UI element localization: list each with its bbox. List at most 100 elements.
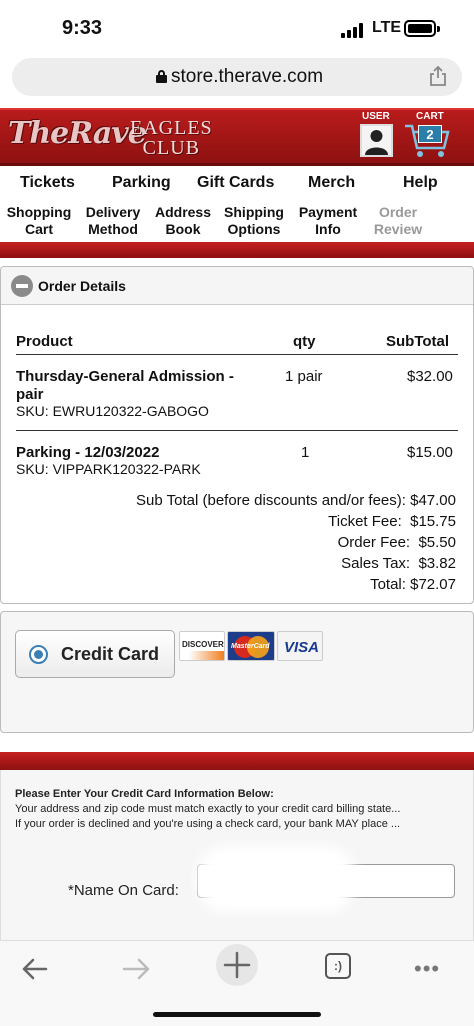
redaction <box>196 846 356 912</box>
nav-gift-cards[interactable]: Gift Cards <box>197 174 274 192</box>
item-name: Thursday-General Admission - <box>16 368 234 385</box>
name-on-card-label: *Name On Card: <box>68 882 179 899</box>
logo-eagles-text: EAGLES <box>130 117 213 139</box>
network-type: LTE <box>372 19 402 36</box>
battery-icon <box>404 20 440 37</box>
payment-method-panel: Credit Card DISCOVER MasterCard VISA <box>0 611 474 733</box>
summary-label: Order Fee: <box>337 534 411 551</box>
item-qty: 1 pair <box>285 368 323 385</box>
summary-value: $72.07 <box>410 576 456 593</box>
status-bar: 9:33 LTE <box>0 0 474 56</box>
col-qty: qty <box>293 333 316 350</box>
summary-subtotal: Sub Total (before discounts and/or fees)… <box>136 492 456 509</box>
credit-card-option[interactable]: Credit Card <box>15 630 175 678</box>
step-label: Book <box>165 221 201 237</box>
checkout-steps: Shopping Cart Delivery Method Address Book … <box>0 204 474 240</box>
step-label: Options <box>227 221 281 237</box>
more-icon[interactable]: ••• <box>414 956 440 982</box>
item-qty: 1 <box>301 444 310 461</box>
cart-count-badge[interactable]: 2 <box>418 125 442 143</box>
summary-label: Sub Total (before discounts and/or fees)… <box>136 492 406 509</box>
nav-tickets[interactable]: Tickets <box>20 174 75 192</box>
summary-value: $15.75 <box>410 513 456 530</box>
table-divider <box>16 354 458 355</box>
summary-label: Sales Tax: <box>341 555 411 572</box>
user-icon[interactable] <box>360 124 393 157</box>
address-bar[interactable]: store.therave.com <box>12 58 462 96</box>
summary-label: Ticket Fee: <box>328 513 402 530</box>
logo-club-text: CLUB <box>142 137 200 159</box>
new-tab-button[interactable] <box>216 944 258 986</box>
summary-ticket-fee: Ticket Fee: $15.75 <box>328 513 456 530</box>
share-icon[interactable] <box>429 66 447 86</box>
step-label: Delivery <box>85 204 141 220</box>
visa-text: VISA <box>284 639 320 656</box>
form-note-1: Your address and zip code must match exa… <box>15 803 401 815</box>
col-subtotal: SubTotal <box>386 333 450 350</box>
summary-total: Total: $72.07 <box>370 576 456 593</box>
collapse-icon[interactable] <box>11 275 33 297</box>
step-order-review: Order Review <box>368 204 428 238</box>
step-label: Cart <box>24 221 53 237</box>
item-name-cont: pair <box>16 386 44 403</box>
step-shopping-cart[interactable]: Shopping Cart <box>3 204 75 238</box>
order-details-panel: Order Details <box>0 266 474 604</box>
plus-icon <box>223 951 251 979</box>
mastercard-logo: MasterCard <box>227 631 275 661</box>
order-details-header[interactable]: Order Details <box>1 267 473 305</box>
step-label: Payment <box>298 204 358 220</box>
site-header: TheRave EAGLES CLUB USER CART 2 <box>0 108 474 166</box>
item-name: Parking - 12/03/2022 <box>16 444 160 461</box>
nav-parking[interactable]: Parking <box>112 174 171 192</box>
item-subtotal: $15.00 <box>407 444 453 461</box>
home-indicator <box>153 1012 321 1017</box>
table-divider <box>16 430 458 431</box>
site-logo[interactable]: TheRave <box>8 116 147 151</box>
form-note-2: If your order is declined and you're usi… <box>15 818 401 830</box>
step-label: Shopping <box>6 204 72 220</box>
lock-icon <box>156 70 167 83</box>
summary-order-fee: Order Fee: $5.50 <box>338 534 456 551</box>
eagles-club-logo: EAGLES CLUB <box>130 118 213 158</box>
section-divider <box>0 752 474 770</box>
summary-value: $3.82 <box>418 555 456 572</box>
order-details-title: Order Details <box>38 278 126 294</box>
back-icon[interactable] <box>14 947 58 991</box>
credit-card-label: Credit Card <box>61 644 160 664</box>
cart-label: CART <box>416 111 444 122</box>
status-time: 9:33 <box>62 17 103 39</box>
form-heading: Please Enter Your Credit Card Informatio… <box>15 788 274 800</box>
step-shipping-options[interactable]: Shipping Options <box>219 204 289 238</box>
user-label: USER <box>362 111 390 122</box>
visa-logo: VISA <box>277 631 323 661</box>
tabs-icon[interactable]: :) <box>325 953 351 979</box>
discover-logo: DISCOVER <box>179 631 225 661</box>
step-address-book[interactable]: Address Book <box>151 204 215 238</box>
step-label: Address <box>154 204 212 220</box>
summary-value: $47.00 <box>410 492 456 509</box>
step-label: Review <box>373 221 423 237</box>
step-payment-info[interactable]: Payment Info <box>293 204 363 238</box>
mastercard-text: MasterCard <box>231 643 270 650</box>
step-label: Shipping <box>224 204 284 220</box>
step-label: Order <box>378 204 418 220</box>
item-sku: SKU: VIPPARK120322-PARK <box>16 461 201 477</box>
radio-selected-icon[interactable] <box>29 645 48 664</box>
url-text[interactable]: store.therave.com <box>171 66 323 88</box>
summary-sales-tax: Sales Tax: $3.82 <box>341 555 456 572</box>
main-nav: Tickets Parking Gift Cards Merch Help <box>0 170 474 200</box>
summary-label: Total: <box>370 576 406 593</box>
signal-icon <box>341 22 367 38</box>
step-delivery-method[interactable]: Delivery Method <box>80 204 146 238</box>
header-divider <box>0 242 474 258</box>
item-sku: SKU: EWRU120322-GABOGO <box>16 403 209 419</box>
forward-icon <box>122 958 150 980</box>
step-label: Info <box>315 221 341 237</box>
nav-help[interactable]: Help <box>403 174 438 192</box>
col-product: Product <box>16 333 73 350</box>
summary-value: $5.50 <box>418 534 456 551</box>
step-label: Method <box>88 221 138 237</box>
discover-text: DISCOVER <box>182 640 224 649</box>
nav-merch[interactable]: Merch <box>308 174 355 192</box>
item-subtotal: $32.00 <box>407 368 453 385</box>
